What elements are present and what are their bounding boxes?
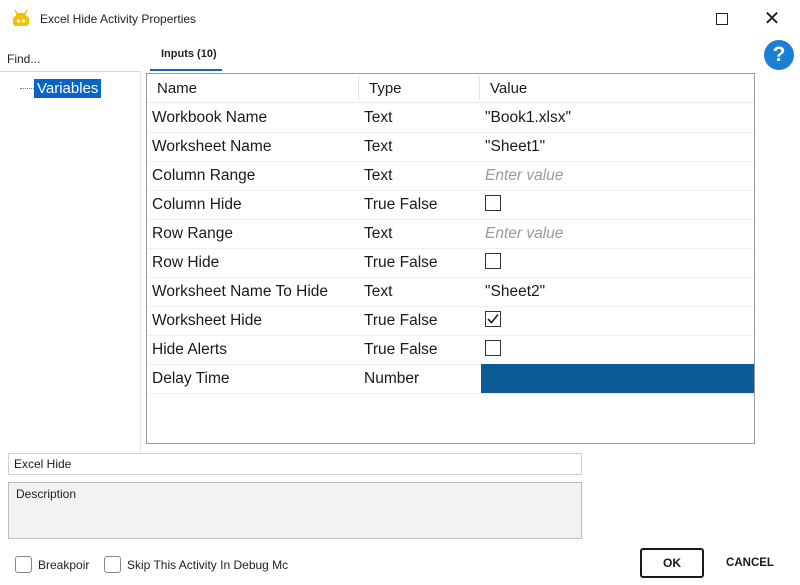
row-type: True False	[364, 196, 438, 213]
grid-header: Name Type Value	[147, 74, 754, 103]
maximize-icon	[716, 13, 728, 25]
value-checkbox[interactable]	[485, 195, 501, 211]
close-icon: ✕	[763, 8, 781, 30]
table-row[interactable]: Row Range Text Enter value	[147, 219, 754, 249]
skip-debug-checkbox[interactable]	[104, 556, 121, 573]
description-label: Description	[16, 487, 77, 501]
row-name: Delay Time	[152, 370, 230, 387]
row-type: Text	[364, 167, 393, 184]
table-row[interactable]: Workbook Name Text "Book1.xlsx"	[147, 103, 754, 133]
value-field[interactable]: "Sheet2"	[485, 277, 545, 306]
breakpoint-label: Breakpoir	[38, 558, 90, 572]
value-field[interactable]: Enter value	[485, 161, 563, 190]
find-label[interactable]: Find...	[7, 52, 40, 66]
row-type: Number	[364, 370, 420, 387]
table-row[interactable]: Hide Alerts True False	[147, 335, 754, 365]
column-separator	[358, 76, 359, 100]
tree-item-variables[interactable]: Variables	[34, 79, 102, 98]
value-checkbox[interactable]	[485, 253, 501, 269]
value-checkbox[interactable]	[485, 340, 501, 356]
tab-inputs-underline	[150, 69, 222, 71]
table-row[interactable]: Column Hide True False	[147, 190, 754, 220]
row-type: True False	[364, 312, 438, 329]
row-name: Row Hide	[152, 254, 220, 271]
app-logo-icon	[13, 9, 29, 26]
table-row[interactable]: Worksheet Name To Hide Text "Sheet2"	[147, 277, 754, 307]
activity-name-field[interactable]: Excel Hide	[8, 453, 582, 475]
help-icon[interactable]: ?	[764, 40, 794, 70]
table-row[interactable]: Column Range Text Enter value	[147, 161, 754, 191]
value-field-selected[interactable]	[481, 364, 754, 393]
window-title: Excel Hide Activity Properties	[40, 12, 197, 26]
properties-grid: Name Type Value Workbook Name Text "Book…	[146, 73, 755, 444]
left-pane-divider	[0, 71, 140, 72]
value-field[interactable]: "Sheet1"	[485, 132, 545, 161]
description-box[interactable]	[8, 482, 582, 539]
checkmark-icon	[487, 313, 499, 324]
row-name: Hide Alerts	[152, 341, 227, 358]
row-type: Text	[364, 109, 393, 126]
row-name: Worksheet Hide	[152, 312, 262, 329]
skip-debug-label: Skip This Activity In Debug Mc	[127, 558, 289, 572]
table-row[interactable]: Worksheet Name Text "Sheet1"	[147, 132, 754, 162]
value-field[interactable]: Enter value	[485, 219, 563, 248]
ok-button[interactable]: OK	[640, 548, 704, 578]
row-name: Worksheet Name To Hide	[152, 283, 329, 300]
row-name: Column Range	[152, 167, 256, 184]
row-name: Workbook Name	[152, 109, 268, 126]
row-type: Text	[364, 138, 393, 155]
row-name: Row Range	[152, 225, 233, 242]
tree-connector	[20, 88, 34, 89]
row-type: True False	[364, 341, 438, 358]
value-field[interactable]: "Book1.xlsx"	[485, 103, 571, 132]
row-type: Text	[364, 225, 393, 242]
left-pane-border	[140, 71, 141, 453]
tab-inputs[interactable]: Inputs (10)	[161, 48, 217, 60]
column-header-type[interactable]: Type	[369, 74, 402, 102]
breakpoint-checkbox[interactable]	[15, 556, 32, 573]
column-separator	[479, 76, 480, 100]
close-button[interactable]: ✕	[752, 4, 792, 34]
table-row[interactable]: Row Hide True False	[147, 248, 754, 278]
row-name: Worksheet Name	[152, 138, 272, 155]
cancel-button[interactable]: CANCEL	[714, 548, 786, 578]
row-type: True False	[364, 254, 438, 271]
table-row[interactable]: Worksheet Hide True False	[147, 306, 754, 336]
maximize-button[interactable]	[702, 4, 742, 34]
row-name: Column Hide	[152, 196, 242, 213]
column-header-name[interactable]: Name	[157, 74, 197, 102]
table-row[interactable]: Delay Time Number	[147, 364, 754, 394]
row-type: Text	[364, 283, 393, 300]
value-checkbox[interactable]	[485, 311, 501, 327]
column-header-value[interactable]: Value	[490, 74, 527, 102]
